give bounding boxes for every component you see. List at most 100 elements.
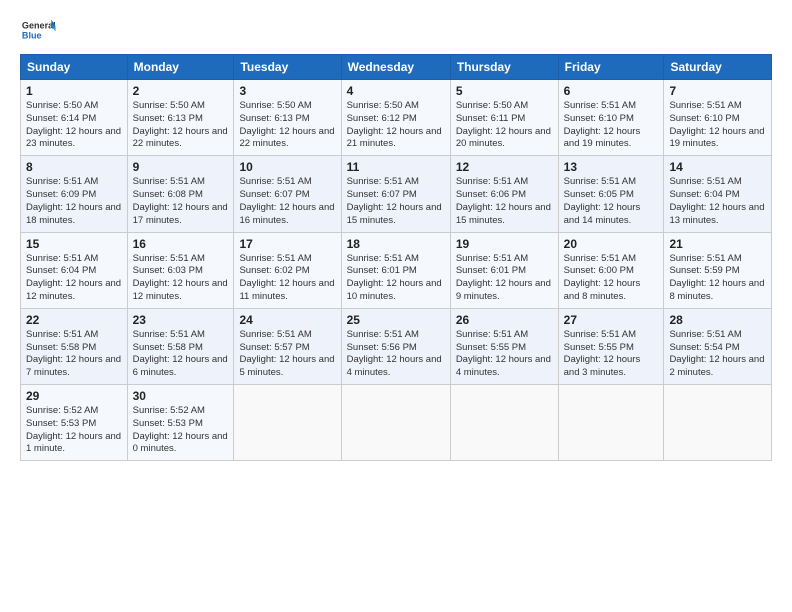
day-number: 10 [239,160,335,174]
calendar-cell: 20Sunrise: 5:51 AMSunset: 6:00 PMDayligh… [558,232,664,308]
calendar-week-row: 8Sunrise: 5:51 AMSunset: 6:09 PMDaylight… [21,156,772,232]
calendar-cell: 12Sunrise: 5:51 AMSunset: 6:06 PMDayligh… [450,156,558,232]
day-info: Sunrise: 5:51 AMSunset: 6:06 PMDaylight:… [456,176,553,227]
day-number: 15 [26,237,122,251]
calendar-container: General Blue SundayMondayTuesdayWednesda… [0,0,792,612]
header: General Blue [20,16,772,44]
day-number: 13 [564,160,659,174]
calendar-cell: 4 Sunrise: 5:50 AMSunset: 6:12 PMDaylight… [341,80,450,156]
day-number: 16 [133,237,229,251]
day-info: Sunrise: 5:51 AMSunset: 6:07 PMDaylight:… [347,176,445,227]
day-number: 30 [133,389,229,403]
calendar-cell [234,385,341,461]
day-number: 23 [133,313,229,327]
calendar-cell: 9 Sunrise: 5:51 AMSunset: 6:08 PMDaylight… [127,156,234,232]
svg-text:General: General [22,21,56,31]
day-number: 2 [133,84,229,98]
day-number: 19 [456,237,553,251]
day-info: Sunrise: 5:50 AMSunset: 6:13 PMDaylight:… [133,100,229,151]
day-info: Sunrise: 5:51 AMSunset: 5:58 PMDaylight:… [133,329,229,380]
day-number: 6 [564,84,659,98]
day-number: 26 [456,313,553,327]
calendar-cell: 3 Sunrise: 5:50 AMSunset: 6:13 PMDaylight… [234,80,341,156]
svg-text:Blue: Blue [22,30,42,40]
weekday-header-sunday: Sunday [21,55,128,80]
day-number: 20 [564,237,659,251]
day-info: Sunrise: 5:51 AMSunset: 5:55 PMDaylight:… [564,329,659,380]
calendar-cell: 25Sunrise: 5:51 AMSunset: 5:56 PMDayligh… [341,308,450,384]
day-info: Sunrise: 5:51 AMSunset: 5:59 PMDaylight:… [669,253,766,304]
day-number: 1 [26,84,122,98]
calendar-week-row: 15 Sunrise: 5:51 AMSunset: 6:04 PMDayligh… [21,232,772,308]
calendar-cell: 1 Sunrise: 5:50 AMSunset: 6:14 PMDaylight… [21,80,128,156]
calendar-cell: 7Sunrise: 5:51 AMSunset: 6:10 PMDaylight… [664,80,772,156]
day-number: 7 [669,84,766,98]
calendar-cell: 28 Sunrise: 5:51 AMSunset: 5:54 PMDayligh… [664,308,772,384]
calendar-cell [558,385,664,461]
calendar-cell: 8Sunrise: 5:51 AMSunset: 6:09 PMDaylight… [21,156,128,232]
day-info: Sunrise: 5:51 AMSunset: 6:05 PMDaylight:… [564,176,659,227]
day-number: 4 [347,84,445,98]
weekday-header-wednesday: Wednesday [341,55,450,80]
day-info: Sunrise: 5:51 AMSunset: 6:01 PMDaylight:… [456,253,553,304]
day-number: 29 [26,389,122,403]
calendar-cell: 5Sunrise: 5:50 AMSunset: 6:11 PMDaylight… [450,80,558,156]
day-info: Sunrise: 5:50 AMSunset: 6:13 PMDaylight:… [239,100,335,151]
day-info: Sunrise: 5:51 AMSunset: 6:03 PMDaylight:… [133,253,229,304]
day-number: 21 [669,237,766,251]
day-number: 17 [239,237,335,251]
day-number: 3 [239,84,335,98]
day-info: Sunrise: 5:51 AMSunset: 5:57 PMDaylight:… [239,329,335,380]
calendar-cell: 22 Sunrise: 5:51 AMSunset: 5:58 PMDayligh… [21,308,128,384]
day-info: Sunrise: 5:51 AMSunset: 6:02 PMDaylight:… [239,253,335,304]
day-number: 9 [133,160,229,174]
calendar-cell [664,385,772,461]
day-number: 11 [347,160,445,174]
calendar-cell: 27Sunrise: 5:51 AMSunset: 5:55 PMDayligh… [558,308,664,384]
calendar-week-row: 1 Sunrise: 5:50 AMSunset: 6:14 PMDaylight… [21,80,772,156]
calendar-cell: 30 Sunrise: 5:52 AMSunset: 5:53 PMDayligh… [127,385,234,461]
weekday-header-tuesday: Tuesday [234,55,341,80]
calendar-table: SundayMondayTuesdayWednesdayThursdayFrid… [20,54,772,461]
day-info: Sunrise: 5:51 AMSunset: 6:01 PMDaylight:… [347,253,445,304]
calendar-cell: 13 Sunrise: 5:51 AMSunset: 6:05 PMDayligh… [558,156,664,232]
logo-icon: General Blue [20,16,56,44]
calendar-cell: 16 Sunrise: 5:51 AMSunset: 6:03 PMDayligh… [127,232,234,308]
day-info: Sunrise: 5:51 AMSunset: 5:54 PMDaylight:… [669,329,766,380]
calendar-cell: 19 Sunrise: 5:51 AMSunset: 6:01 PMDayligh… [450,232,558,308]
day-info: Sunrise: 5:51 AMSunset: 6:10 PMDaylight:… [564,100,659,151]
day-info: Sunrise: 5:51 AMSunset: 6:07 PMDaylight:… [239,176,335,227]
day-number: 22 [26,313,122,327]
calendar-cell: 14Sunrise: 5:51 AMSunset: 6:04 PMDayligh… [664,156,772,232]
calendar-cell: 21 Sunrise: 5:51 AMSunset: 5:59 PMDayligh… [664,232,772,308]
calendar-cell: 23 Sunrise: 5:51 AMSunset: 5:58 PMDayligh… [127,308,234,384]
weekday-header-saturday: Saturday [664,55,772,80]
day-number: 28 [669,313,766,327]
day-info: Sunrise: 5:51 AMSunset: 6:04 PMDaylight:… [669,176,766,227]
day-info: Sunrise: 5:52 AMSunset: 5:53 PMDaylight:… [26,405,122,456]
calendar-cell: 24 Sunrise: 5:51 AMSunset: 5:57 PMDayligh… [234,308,341,384]
calendar-cell [341,385,450,461]
day-info: Sunrise: 5:52 AMSunset: 5:53 PMDaylight:… [133,405,229,456]
day-number: 24 [239,313,335,327]
day-info: Sunrise: 5:50 AMSunset: 6:11 PMDaylight:… [456,100,553,151]
weekday-header-friday: Friday [558,55,664,80]
calendar-cell: 6 Sunrise: 5:51 AMSunset: 6:10 PMDaylight… [558,80,664,156]
weekday-header-row: SundayMondayTuesdayWednesdayThursdayFrid… [21,55,772,80]
weekday-header-thursday: Thursday [450,55,558,80]
calendar-cell [450,385,558,461]
day-info: Sunrise: 5:51 AMSunset: 5:58 PMDaylight:… [26,329,122,380]
calendar-cell: 18 Sunrise: 5:51 AMSunset: 6:01 PMDayligh… [341,232,450,308]
calendar-cell: 2 Sunrise: 5:50 AMSunset: 6:13 PMDaylight… [127,80,234,156]
calendar-cell: 29 Sunrise: 5:52 AMSunset: 5:53 PMDayligh… [21,385,128,461]
weekday-header-monday: Monday [127,55,234,80]
day-number: 25 [347,313,445,327]
day-info: Sunrise: 5:50 AMSunset: 6:14 PMDaylight:… [26,100,122,151]
day-info: Sunrise: 5:50 AMSunset: 6:12 PMDaylight:… [347,100,445,151]
day-info: Sunrise: 5:51 AMSunset: 5:55 PMDaylight:… [456,329,553,380]
calendar-cell: 11 Sunrise: 5:51 AMSunset: 6:07 PMDayligh… [341,156,450,232]
day-info: Sunrise: 5:51 AMSunset: 6:04 PMDaylight:… [26,253,122,304]
day-info: Sunrise: 5:51 AMSunset: 6:08 PMDaylight:… [133,176,229,227]
day-info: Sunrise: 5:51 AMSunset: 6:09 PMDaylight:… [26,176,122,227]
day-number: 18 [347,237,445,251]
